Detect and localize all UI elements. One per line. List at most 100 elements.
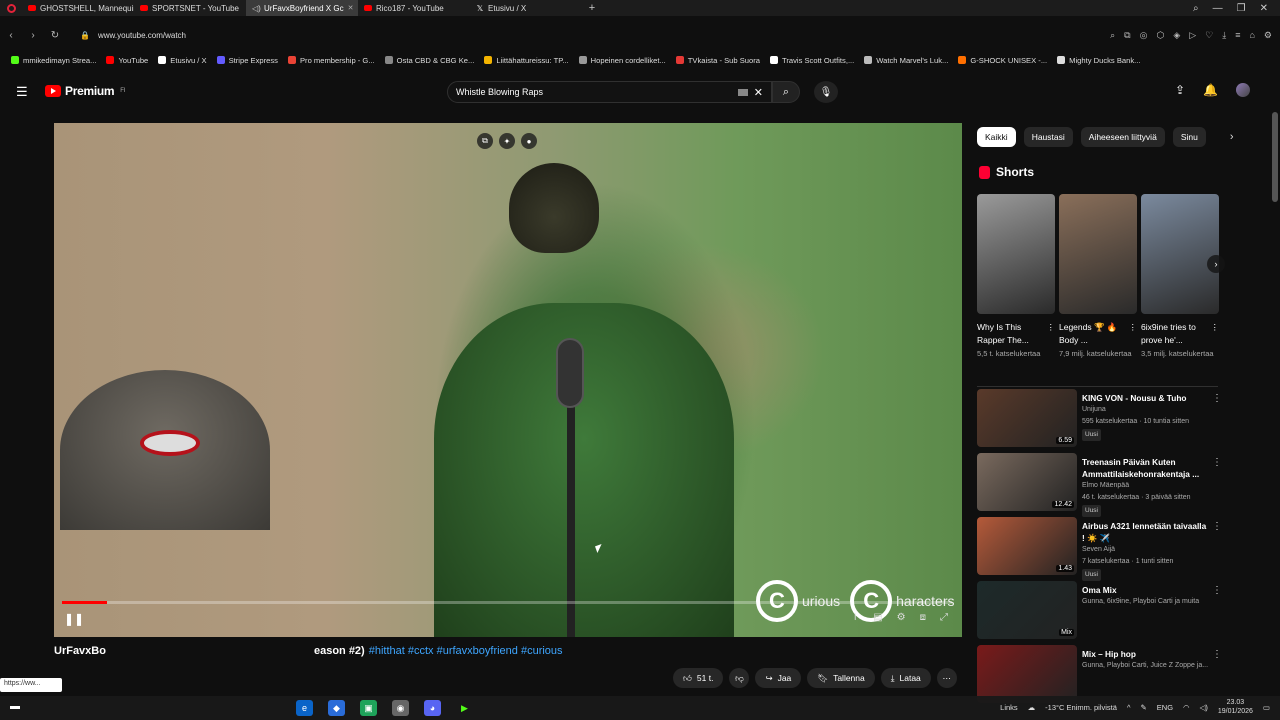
hashtags[interactable]: #hitthat #cctx #urfavxboyfriend #curious <box>369 645 563 657</box>
browser-tab[interactable]: SPORTSNET - YouTube <box>134 0 246 16</box>
language-indicator[interactable]: ENG <box>1157 703 1173 712</box>
bookmark-item[interactable]: Watch Marvel's Luk... <box>861 56 955 65</box>
bookmark-item[interactable]: TVkaista - Sub Suora <box>673 56 767 65</box>
video-thumbnail[interactable]: 1.43 <box>977 517 1077 575</box>
more-icon[interactable]: ⋮ <box>1211 321 1220 347</box>
bell-icon[interactable]: 🔔 <box>1203 83 1218 97</box>
extension-icon[interactable]: ⌂ <box>1249 30 1254 41</box>
url-field[interactable]: www.youtube.com/watch <box>98 31 186 40</box>
video-title[interactable]: Treenasin Päivän Kuten Ammattilaiskehonr… <box>1082 456 1210 480</box>
video-title[interactable]: Oma Mix <box>1082 584 1210 596</box>
app-icon[interactable]: ◆ <box>328 700 345 716</box>
short-title[interactable]: 6ix9ine tries to prove he'... <box>1141 321 1211 347</box>
new-tab-button[interactable]: + <box>582 2 602 14</box>
channel-name[interactable]: Unijuna <box>1082 404 1210 416</box>
video-thumbnail[interactable]: 6.59 <box>977 389 1077 447</box>
volume-icon[interactable]: ◁) <box>1200 703 1208 712</box>
fullscreen-icon[interactable]: ⤢ <box>940 612 948 623</box>
list-item[interactable]: 6.59 KING VON - Nousu & Tuho Unijuna 595 ka… <box>977 389 1222 453</box>
list-item[interactable]: 1.43 Airbus A321 lennetään taivaalla ! ☀️… <box>977 517 1222 581</box>
share-button[interactable]: ↪ Jaa <box>755 668 802 688</box>
short-title[interactable]: Why Is This Rapper The... <box>977 321 1047 347</box>
bookmark-item[interactable]: Liittähattureissu: TP... <box>481 56 575 65</box>
close-icon[interactable]: ✕ <box>754 86 763 99</box>
download-button[interactable]: ⤓ Lataa <box>880 668 931 688</box>
video-title[interactable]: Mix – Hip hop <box>1082 648 1210 660</box>
extension-icon[interactable]: ◈ <box>1173 30 1180 41</box>
menu-icon[interactable]: ☰ <box>16 84 28 100</box>
subtitles-icon[interactable]: ▤ <box>873 612 882 623</box>
avatar[interactable] <box>1236 83 1250 97</box>
short-thumbnail[interactable] <box>1141 194 1219 314</box>
video-thumbnail[interactable] <box>977 645 1077 703</box>
edge-icon[interactable]: e <box>296 700 313 716</box>
record-icon[interactable]: ● <box>521 133 537 149</box>
miniplayer-icon[interactable]: ⧈ <box>920 612 926 623</box>
autoplay-toggle[interactable]: ⏽ <box>851 612 859 623</box>
channel-name[interactable]: Elmo Mäenpää <box>1082 480 1210 492</box>
more-icon[interactable]: ⋮ <box>1212 393 1222 404</box>
pen-icon[interactable]: ✎ <box>1140 703 1146 712</box>
video-title[interactable]: Airbus A321 lennetään taivaalla ! ☀️ ✈️ <box>1082 520 1210 544</box>
short-thumbnail[interactable] <box>1059 194 1137 314</box>
search-button[interactable]: ⌕ <box>772 81 800 103</box>
keyboard-icon[interactable] <box>737 88 748 96</box>
extension-icon[interactable]: ⌕ <box>1110 30 1115 41</box>
pause-button[interactable]: ❚❚ <box>64 612 84 626</box>
minimize-button[interactable]: — <box>1213 3 1223 14</box>
channel-name[interactable]: Gunna, 6ix9ine, Playboi Carti ja muita <box>1082 596 1210 608</box>
browser-tab[interactable]: Rico187 - YouTube <box>358 0 470 16</box>
miniplayer-icon[interactable]: ⧉ <box>477 133 493 149</box>
kick-icon[interactable]: ▶ <box>456 700 473 716</box>
video-thumbnail[interactable]: 12.42 <box>977 453 1077 511</box>
start-icon[interactable]: ▬ <box>10 701 20 712</box>
more-actions-button[interactable]: ⋯ <box>936 668 957 688</box>
settings-icon[interactable]: ⚙ <box>897 612 906 623</box>
progress-bar[interactable] <box>62 601 952 604</box>
list-item[interactable]: 12.42 Treenasin Päivän Kuten Ammattilaisk… <box>977 453 1222 517</box>
video-title[interactable]: KING VON - Nousu & Tuho <box>1082 392 1210 404</box>
browser-tab[interactable]: 𝕏 Etusivu / X <box>470 0 582 16</box>
channel-name[interactable]: Seven Aijä <box>1082 544 1210 556</box>
more-icon[interactable]: ⋮ <box>1212 521 1222 532</box>
maximize-button[interactable]: ❐ <box>1237 3 1246 14</box>
bookmark-item[interactable]: Mighty Ducks Bank... <box>1054 56 1147 65</box>
lock-icon[interactable]: 🔒 <box>80 31 90 40</box>
enhance-icon[interactable]: ✦ <box>499 133 515 149</box>
chevron-right-icon[interactable]: › <box>1207 255 1225 273</box>
short-title[interactable]: Legends 🏆 🔥Body ... <box>1059 321 1129 347</box>
bookmark-item[interactable]: Travis Scott Outfits,... <box>767 56 861 65</box>
voice-search-button[interactable]: 🎙 <box>814 81 838 103</box>
chip-for-you[interactable]: Sinu <box>1172 127 1206 147</box>
short-card[interactable]: 6ix9ine tries to prove he'... ⋮ 3,5 milj. … <box>1141 194 1219 359</box>
download-icon[interactable]: ⤓ <box>1222 30 1226 41</box>
back-icon[interactable]: ‹ <box>0 30 22 41</box>
upload-icon[interactable]: ⇪ <box>1175 83 1185 97</box>
menu-icon[interactable]: ≡ <box>1235 30 1240 41</box>
bookmark-item[interactable]: Etusivu / X <box>155 56 213 65</box>
chevron-right-icon[interactable]: › <box>1214 127 1234 147</box>
short-card[interactable]: Why Is This Rapper The... ⋮ 5,5 t. katselu… <box>977 194 1055 359</box>
chip-all[interactable]: Kaikki <box>977 127 1016 147</box>
bookmark-item[interactable]: mmikedimayn Strea... <box>8 56 103 65</box>
search-tabs-icon[interactable]: ⌕ <box>1193 3 1199 14</box>
weather-text[interactable]: -13°C Enimm. pilvistä <box>1045 703 1117 712</box>
opera-logo-icon[interactable] <box>0 0 22 16</box>
more-icon[interactable]: ⋮ <box>1212 585 1222 596</box>
heart-icon[interactable]: ♡ <box>1205 30 1213 41</box>
search-input[interactable]: Whistle Blowing Raps ✕ <box>447 81 772 103</box>
close-tab-icon[interactable]: ✕ <box>348 4 354 12</box>
bookmark-item[interactable]: Hopeinen cordelliket... <box>576 56 673 65</box>
notifications-icon[interactable]: ▭ <box>1263 703 1270 712</box>
bookmark-item[interactable]: G-SHOCK UNISEX -... <box>955 56 1054 65</box>
more-icon[interactable]: ⋮ <box>1129 321 1138 347</box>
extension-icon[interactable]: ◎ <box>1140 30 1148 41</box>
extension-icon[interactable]: ⬡ <box>1156 30 1164 41</box>
dislike-button[interactable]: 👎︎ <box>729 668 750 688</box>
video-thumbnail[interactable]: Mix <box>977 581 1077 639</box>
more-icon[interactable]: ⋮ <box>1047 321 1056 347</box>
bookmark-item[interactable]: YouTube <box>103 56 155 65</box>
browser-tab[interactable]: GHOSTSHELL, Mannequin <box>22 0 134 16</box>
bookmark-item[interactable]: Osta CBD & CBG Ke... <box>382 56 482 65</box>
scrollbar[interactable] <box>1272 112 1278 202</box>
